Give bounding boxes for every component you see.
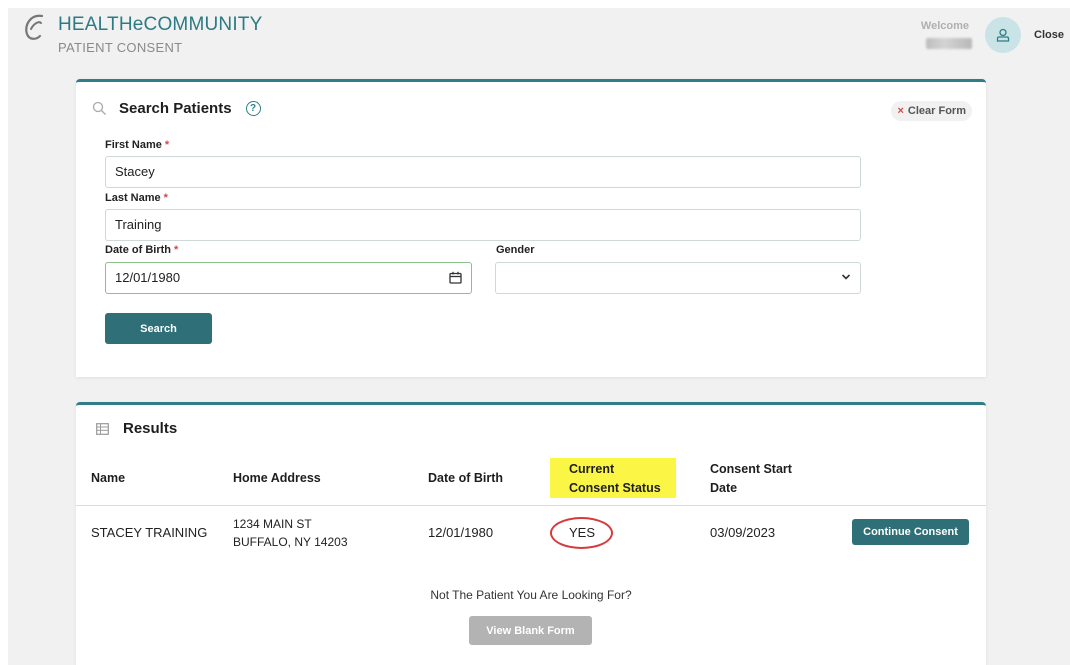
help-icon[interactable]: ? (245, 101, 261, 116)
search-button[interactable]: Search (105, 313, 212, 344)
close-link[interactable]: Close (1034, 29, 1064, 41)
welcome-username-redacted (926, 38, 972, 49)
required-marker: * (163, 192, 168, 204)
user-icon (996, 28, 1010, 42)
results-card: Results Name Home Address Date of Birth … (76, 402, 986, 665)
search-patients-title: Search Patients (119, 100, 232, 117)
dob-label: Date of Birth * (105, 244, 178, 256)
column-header-address: Home Address (233, 471, 321, 485)
gender-label: Gender (496, 244, 535, 256)
clear-form-button[interactable]: × Clear Form (891, 101, 972, 121)
dob-value: 12/01/1980 (115, 270, 181, 285)
last-name-value: Training (115, 217, 162, 232)
dob-label-text: Date of Birth (105, 244, 171, 256)
user-avatar[interactable] (985, 17, 1021, 53)
column-header-start-line2: Date (710, 481, 738, 495)
cell-name: STACEY TRAINING (91, 525, 208, 540)
cell-address-line1: 1234 MAIN ST (233, 517, 312, 531)
cell-consent-start-date: 03/09/2023 (710, 525, 776, 540)
gender-select[interactable] (495, 262, 861, 294)
chevron-down-icon (841, 274, 851, 280)
cell-consent-status: YES (569, 525, 596, 540)
brand-title: HEALTHeCOMMUNITY (58, 14, 263, 35)
first-name-value: Stacey (115, 164, 155, 179)
clear-form-label: Clear Form (907, 105, 966, 117)
close-x-icon: × (897, 105, 904, 117)
column-header-dob: Date of Birth (428, 471, 503, 485)
table-icon (96, 422, 109, 435)
view-blank-form-button[interactable]: View Blank Form (469, 616, 592, 645)
search-patients-card: Search Patients ? × Clear Form First Nam… (76, 79, 986, 377)
dob-input[interactable]: 12/01/1980 (105, 262, 472, 294)
logo-icon (22, 12, 48, 42)
search-patients-header: Search Patients ? (92, 100, 261, 117)
last-name-label-text: Last Name (105, 192, 161, 204)
not-patient-text: Not The Patient You Are Looking For? (430, 588, 632, 602)
results-title: Results (123, 420, 178, 437)
column-header-start-line1: Consent Start (710, 462, 792, 476)
calendar-icon[interactable] (449, 271, 462, 284)
continue-consent-button[interactable]: Continue Consent (852, 519, 969, 545)
last-name-label: Last Name * (105, 192, 168, 204)
first-name-input[interactable]: Stacey (105, 156, 861, 188)
column-header-status-line2: Consent Status (569, 481, 661, 495)
first-name-label: First Name * (105, 139, 169, 151)
cell-address-line2: BUFFALO, NY 14203 (233, 535, 348, 549)
column-header-status-line1: Current (569, 462, 615, 476)
search-icon (92, 101, 106, 115)
cell-dob: 12/01/1980 (428, 525, 494, 540)
welcome-label: Welcome (920, 20, 969, 32)
last-name-input[interactable]: Training (105, 209, 861, 241)
results-header: Results (96, 420, 177, 437)
required-marker: * (174, 244, 179, 256)
column-header-name: Name (91, 471, 126, 485)
brand-subtitle: PATIENT CONSENT (58, 40, 183, 55)
required-marker: * (164, 139, 170, 151)
table-divider (76, 505, 986, 506)
first-name-label-text: First Name (105, 139, 162, 151)
